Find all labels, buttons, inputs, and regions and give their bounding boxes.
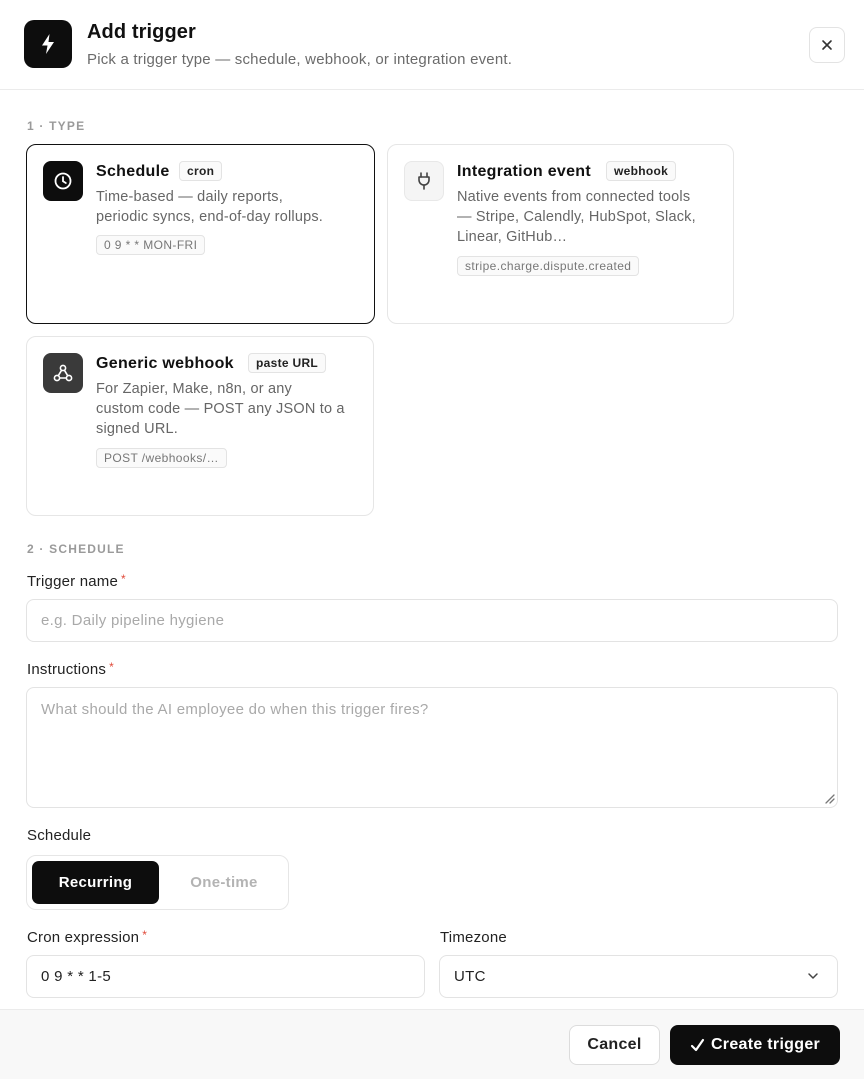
schedule-section-label: 2 · SCHEDULE (27, 542, 125, 556)
card-example-code: POST /webhooks/… (96, 448, 227, 468)
dialog-subtitle: Pick a trigger type — schedule, webhook,… (87, 51, 513, 68)
chevron-down-icon (808, 973, 818, 979)
card-badge: webhook (606, 161, 677, 181)
close-button[interactable] (809, 27, 845, 63)
trigger-name-label: Trigger name * (27, 572, 126, 590)
required-marker: * (109, 660, 114, 674)
type-card-integration-event[interactable]: Integration event webhook Native events … (387, 144, 734, 324)
dialog-header: Add trigger Pick a trigger type — schedu… (0, 0, 864, 90)
card-title: Schedule (96, 163, 170, 180)
card-badge: paste URL (248, 353, 327, 373)
card-title: Integration event (457, 163, 592, 180)
one-time-option[interactable]: One-time (164, 861, 284, 904)
checkmark-icon (690, 1038, 705, 1051)
card-title: Generic webhook (96, 355, 234, 372)
cron-expression-label: Cron expression * (27, 928, 148, 946)
plug-icon (404, 161, 444, 201)
create-trigger-label: Create trigger (710, 1036, 821, 1053)
create-trigger-button[interactable]: Create trigger (670, 1025, 840, 1065)
dialog-title: Add trigger (87, 21, 196, 43)
schedule-mode-toggle: Recurring One-time (26, 855, 289, 910)
type-section-label: 1 · TYPE (27, 119, 86, 133)
timezone-value: UTC (454, 968, 486, 985)
required-marker: * (121, 572, 126, 586)
cron-expression-input[interactable] (26, 955, 425, 998)
card-description: Native events from connected tools — Str… (457, 189, 696, 245)
recurring-option[interactable]: Recurring (32, 861, 159, 904)
instructions-label: Instructions * (27, 660, 114, 678)
resize-grip-icon[interactable] (823, 792, 835, 804)
trigger-name-input[interactable] (26, 599, 838, 642)
card-description: Time-based — daily reports, periodic syn… (96, 189, 324, 225)
webhook-icon (43, 353, 83, 393)
timezone-select[interactable]: UTC (439, 955, 838, 998)
close-icon (822, 40, 832, 50)
instructions-textarea[interactable] (26, 687, 838, 808)
required-marker: * (142, 928, 148, 942)
lightning-icon (24, 20, 72, 68)
type-card-generic-webhook[interactable]: Generic webhook paste URL For Zapier, Ma… (26, 336, 374, 516)
card-description: For Zapier, Make, n8n, or any custom cod… (96, 381, 345, 437)
schedule-label: Schedule (27, 827, 92, 844)
cancel-button[interactable]: Cancel (569, 1025, 660, 1065)
clock-icon (43, 161, 83, 201)
timezone-label: Timezone (440, 929, 507, 946)
card-example-code: 0 9 * * MON-FRI (96, 235, 206, 255)
type-card-schedule[interactable]: Schedule cron Time-based — daily reports… (26, 144, 375, 324)
card-example-code: stripe.charge.dispute.created (457, 256, 640, 276)
card-badge: cron (179, 161, 223, 181)
